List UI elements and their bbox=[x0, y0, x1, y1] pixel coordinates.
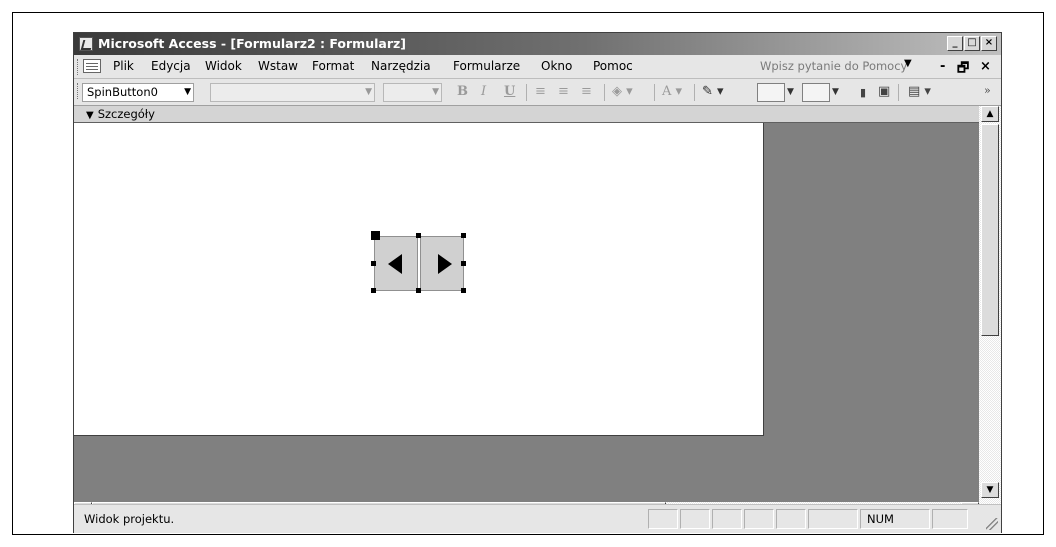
field-list-icon[interactable]: ▤ ▾ bbox=[908, 84, 931, 99]
toolbar-grip[interactable] bbox=[77, 83, 80, 99]
mdi-minimize-button[interactable]: - bbox=[940, 59, 945, 74]
status-panel bbox=[712, 509, 742, 529]
title-bar[interactable]: Microsoft Access - [Formularz2 : Formula… bbox=[74, 33, 1001, 55]
status-panel bbox=[680, 509, 710, 529]
resize-handle[interactable] bbox=[416, 288, 421, 293]
move-handle[interactable] bbox=[371, 231, 380, 240]
italic-button[interactable]: I bbox=[481, 84, 486, 99]
vertical-scroll-thumb[interactable] bbox=[981, 124, 999, 336]
resize-handle[interactable] bbox=[461, 288, 466, 293]
align-right-icon[interactable]: ≡ bbox=[581, 84, 592, 99]
spin-right-button[interactable] bbox=[420, 236, 464, 291]
status-text: Widok projektu. bbox=[84, 512, 175, 526]
menu-narzedzia[interactable]: Narzędzia bbox=[371, 59, 431, 73]
access-window: Microsoft Access - [Formularz2 : Formula… bbox=[73, 32, 1002, 533]
right-arrow-icon bbox=[438, 254, 452, 274]
form-design-area: ▼Szczegóły ◀ ▶ bbox=[74, 106, 979, 518]
form-menu-icon[interactable] bbox=[83, 59, 101, 73]
resize-handle[interactable] bbox=[461, 261, 466, 266]
access-app-icon bbox=[79, 37, 93, 51]
section-arrow-icon: ▼ bbox=[86, 110, 94, 121]
border-style-button[interactable] bbox=[757, 83, 785, 102]
align-center-icon[interactable]: ≡ bbox=[558, 84, 569, 99]
scroll-up-button[interactable]: ▲ bbox=[981, 106, 999, 122]
font-size-combo[interactable]: ▼ bbox=[383, 83, 442, 102]
toolbar-grip[interactable] bbox=[77, 59, 80, 75]
menu-edycja[interactable]: Edycja bbox=[151, 59, 191, 73]
font-color-label: A bbox=[662, 84, 672, 99]
num-lock-indicator: NUM bbox=[860, 509, 930, 529]
resize-handle[interactable] bbox=[416, 233, 421, 238]
toolbar-separator bbox=[654, 84, 655, 101]
resize-handle[interactable] bbox=[461, 233, 466, 238]
font-color-button[interactable]: A ▾ bbox=[662, 84, 682, 99]
minimize-button[interactable]: _ bbox=[947, 36, 963, 51]
status-panel bbox=[932, 509, 968, 529]
chevron-down-icon[interactable]: ▼ bbox=[787, 87, 794, 97]
toolbar-separator bbox=[604, 84, 605, 101]
status-panel bbox=[776, 509, 806, 529]
toolbar-overflow-icon[interactable]: » bbox=[984, 84, 991, 97]
resize-grip-icon[interactable] bbox=[986, 518, 998, 530]
status-bar: Widok projektu. NUM bbox=[74, 504, 1001, 533]
toolbar-options-icon[interactable]: ▮ bbox=[860, 86, 866, 99]
menu-bar: Plik Edycja Widok Wstaw Format Narzędzia… bbox=[74, 55, 1001, 79]
resize-handle[interactable] bbox=[371, 261, 376, 266]
spin-left-button[interactable] bbox=[374, 236, 418, 291]
fill-color-icon[interactable]: ◈ ▾ bbox=[612, 84, 633, 99]
menu-format[interactable]: Format bbox=[312, 59, 354, 73]
menu-okno[interactable]: Okno bbox=[541, 59, 572, 73]
line-width-button[interactable] bbox=[802, 83, 830, 102]
close-button[interactable]: × bbox=[981, 36, 997, 51]
spin-button-control[interactable] bbox=[371, 231, 466, 293]
chevron-down-icon[interactable]: ▼ bbox=[832, 87, 839, 97]
font-name-combo[interactable]: ▼ bbox=[210, 83, 375, 102]
window-title: Microsoft Access - [Formularz2 : Formula… bbox=[98, 36, 406, 51]
align-left-icon[interactable]: ≡ bbox=[535, 84, 546, 99]
line-color-icon[interactable]: ✎ ▾ bbox=[702, 84, 724, 99]
vertical-scrollbar[interactable]: ▲ ▼ bbox=[979, 106, 1001, 518]
mdi-close-button[interactable]: × bbox=[980, 59, 991, 74]
status-panel bbox=[808, 509, 858, 529]
scroll-down-button[interactable]: ▼ bbox=[981, 482, 999, 498]
help-dropdown-arrow[interactable]: ▼ bbox=[904, 58, 912, 69]
chevron-down-icon: ▼ bbox=[365, 87, 372, 97]
menu-pomoc[interactable]: Pomoc bbox=[593, 59, 633, 73]
help-question-box[interactable]: Wpisz pytanie do Pomocy bbox=[760, 58, 910, 75]
chevron-down-icon: ▼ bbox=[184, 87, 191, 97]
status-panel bbox=[648, 509, 678, 529]
toolbar-separator bbox=[694, 84, 695, 101]
bold-button[interactable]: B bbox=[457, 84, 468, 99]
object-combo-value: SpinButton0 bbox=[87, 85, 158, 99]
underline-button[interactable]: U bbox=[504, 84, 515, 99]
formatting-toolbar: SpinButton0 ▼ ▼ ▼ B I U ≡ ≡ ≡ ◈ ▾ A ▾ ✎ … bbox=[74, 79, 1001, 106]
menu-widok[interactable]: Widok bbox=[205, 59, 242, 73]
menu-wstaw[interactable]: Wstaw bbox=[258, 59, 298, 73]
menu-formularze[interactable]: Formularze bbox=[453, 59, 520, 73]
section-label: Szczegóły bbox=[97, 107, 155, 121]
section-header: ▼ Szczegóły bbox=[86, 107, 155, 121]
form-detail-section[interactable] bbox=[74, 123, 764, 436]
toolbar-separator bbox=[898, 84, 899, 101]
object-combo[interactable]: SpinButton0 ▼ bbox=[82, 83, 194, 102]
mdi-restore-button[interactable]: 🗗 bbox=[957, 59, 969, 81]
section-header-bar[interactable]: ▼ Szczegóły bbox=[74, 106, 979, 123]
chevron-down-icon: ▼ bbox=[432, 87, 439, 97]
toolbar-separator bbox=[526, 84, 527, 101]
properties-icon[interactable]: ▣ bbox=[878, 84, 890, 99]
maximize-button[interactable]: □ bbox=[964, 36, 980, 51]
status-panel bbox=[744, 509, 774, 529]
resize-handle[interactable] bbox=[371, 288, 376, 293]
left-arrow-icon bbox=[388, 254, 402, 274]
menu-plik[interactable]: Plik bbox=[113, 59, 134, 73]
